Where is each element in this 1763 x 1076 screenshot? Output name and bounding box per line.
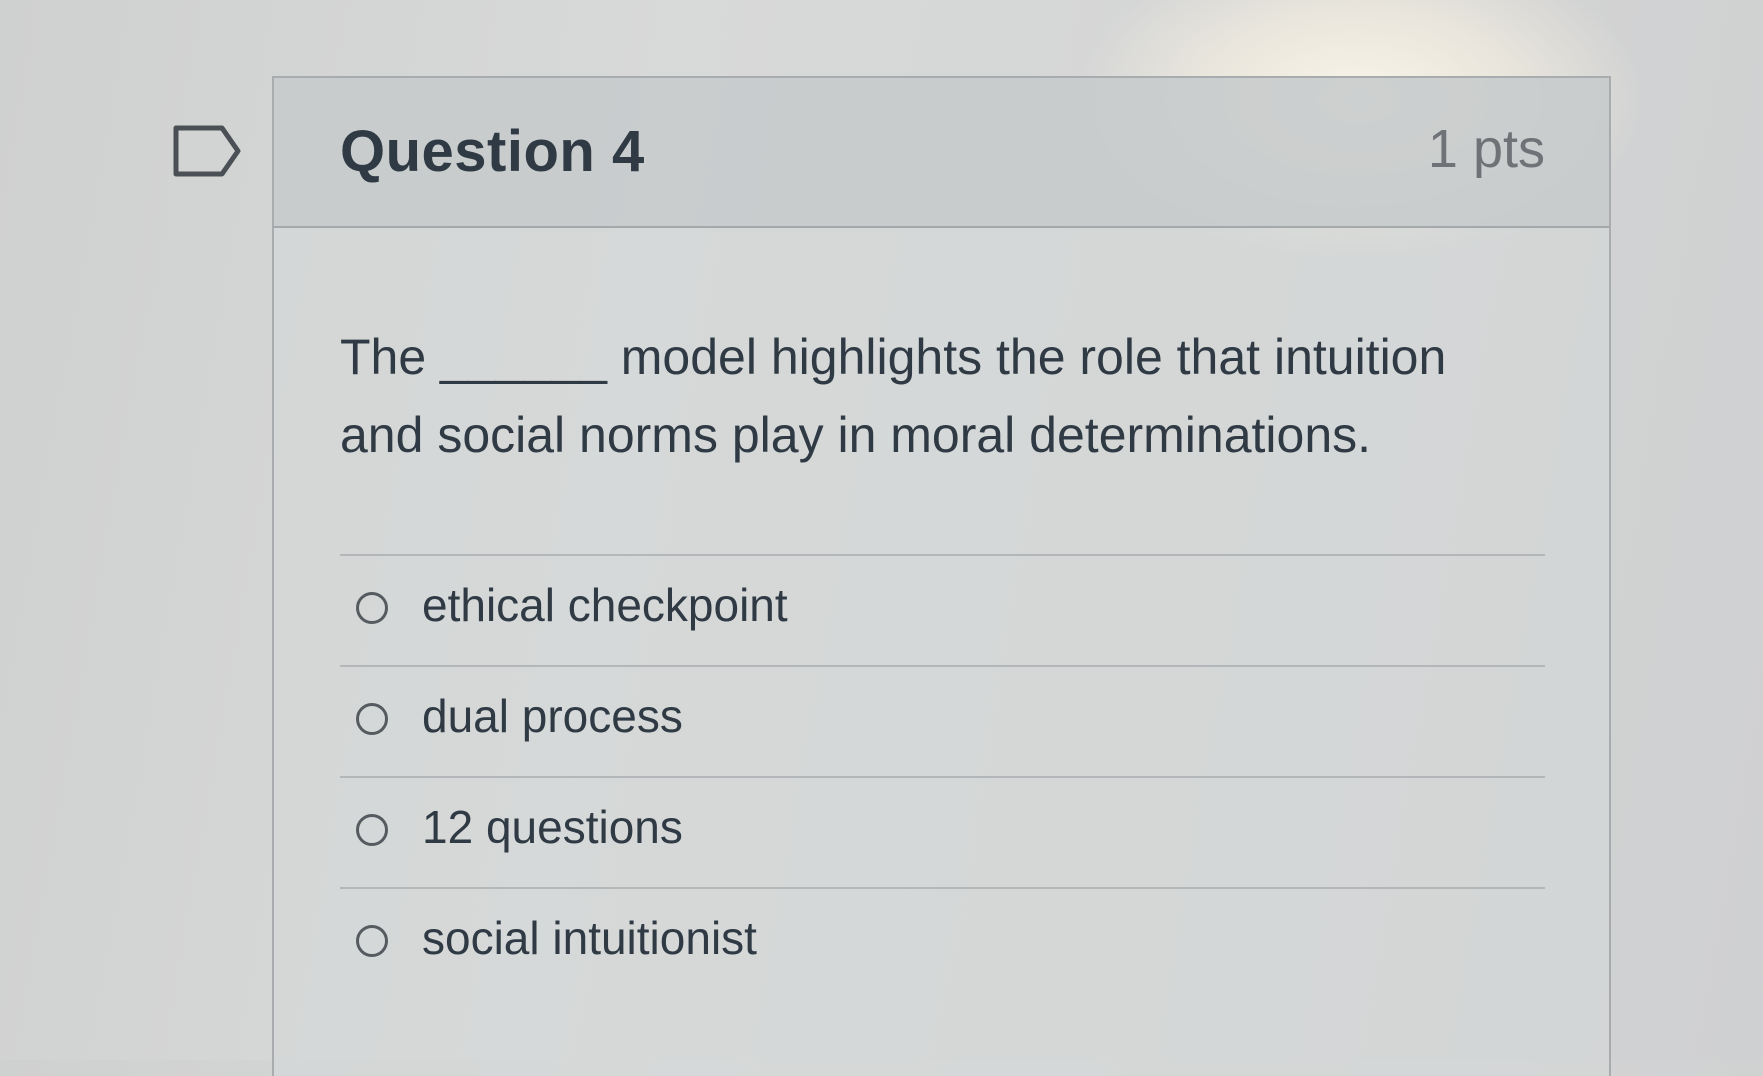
question-points: 1 pts: [1427, 119, 1545, 179]
radio-unchecked-icon[interactable]: [356, 703, 388, 735]
answer-option-12-questions[interactable]: 12 questions: [340, 776, 1545, 887]
answer-label[interactable]: dual process: [422, 689, 683, 743]
answer-label[interactable]: social intuitionist: [422, 911, 757, 965]
answer-option-social-intuitionist[interactable]: social intuitionist: [340, 887, 1545, 998]
answer-label[interactable]: 12 questions: [422, 800, 683, 854]
question-header: Question 4 1 pts: [274, 78, 1609, 228]
answer-option-ethical-checkpoint[interactable]: ethical checkpoint: [340, 554, 1545, 665]
question-card: Question 4 1 pts The ______ model highli…: [272, 76, 1611, 1076]
flag-question-icon[interactable]: [172, 124, 242, 178]
question-title: Question 4: [340, 119, 645, 184]
radio-unchecked-icon[interactable]: [356, 592, 388, 624]
answer-option-dual-process[interactable]: dual process: [340, 665, 1545, 776]
radio-unchecked-icon[interactable]: [356, 925, 388, 957]
answer-list: ethical checkpoint dual process 12 quest…: [340, 554, 1545, 998]
question-text: The ______ model highlights the role tha…: [340, 329, 1447, 463]
radio-unchecked-icon[interactable]: [356, 814, 388, 846]
answer-label[interactable]: ethical checkpoint: [422, 578, 788, 632]
